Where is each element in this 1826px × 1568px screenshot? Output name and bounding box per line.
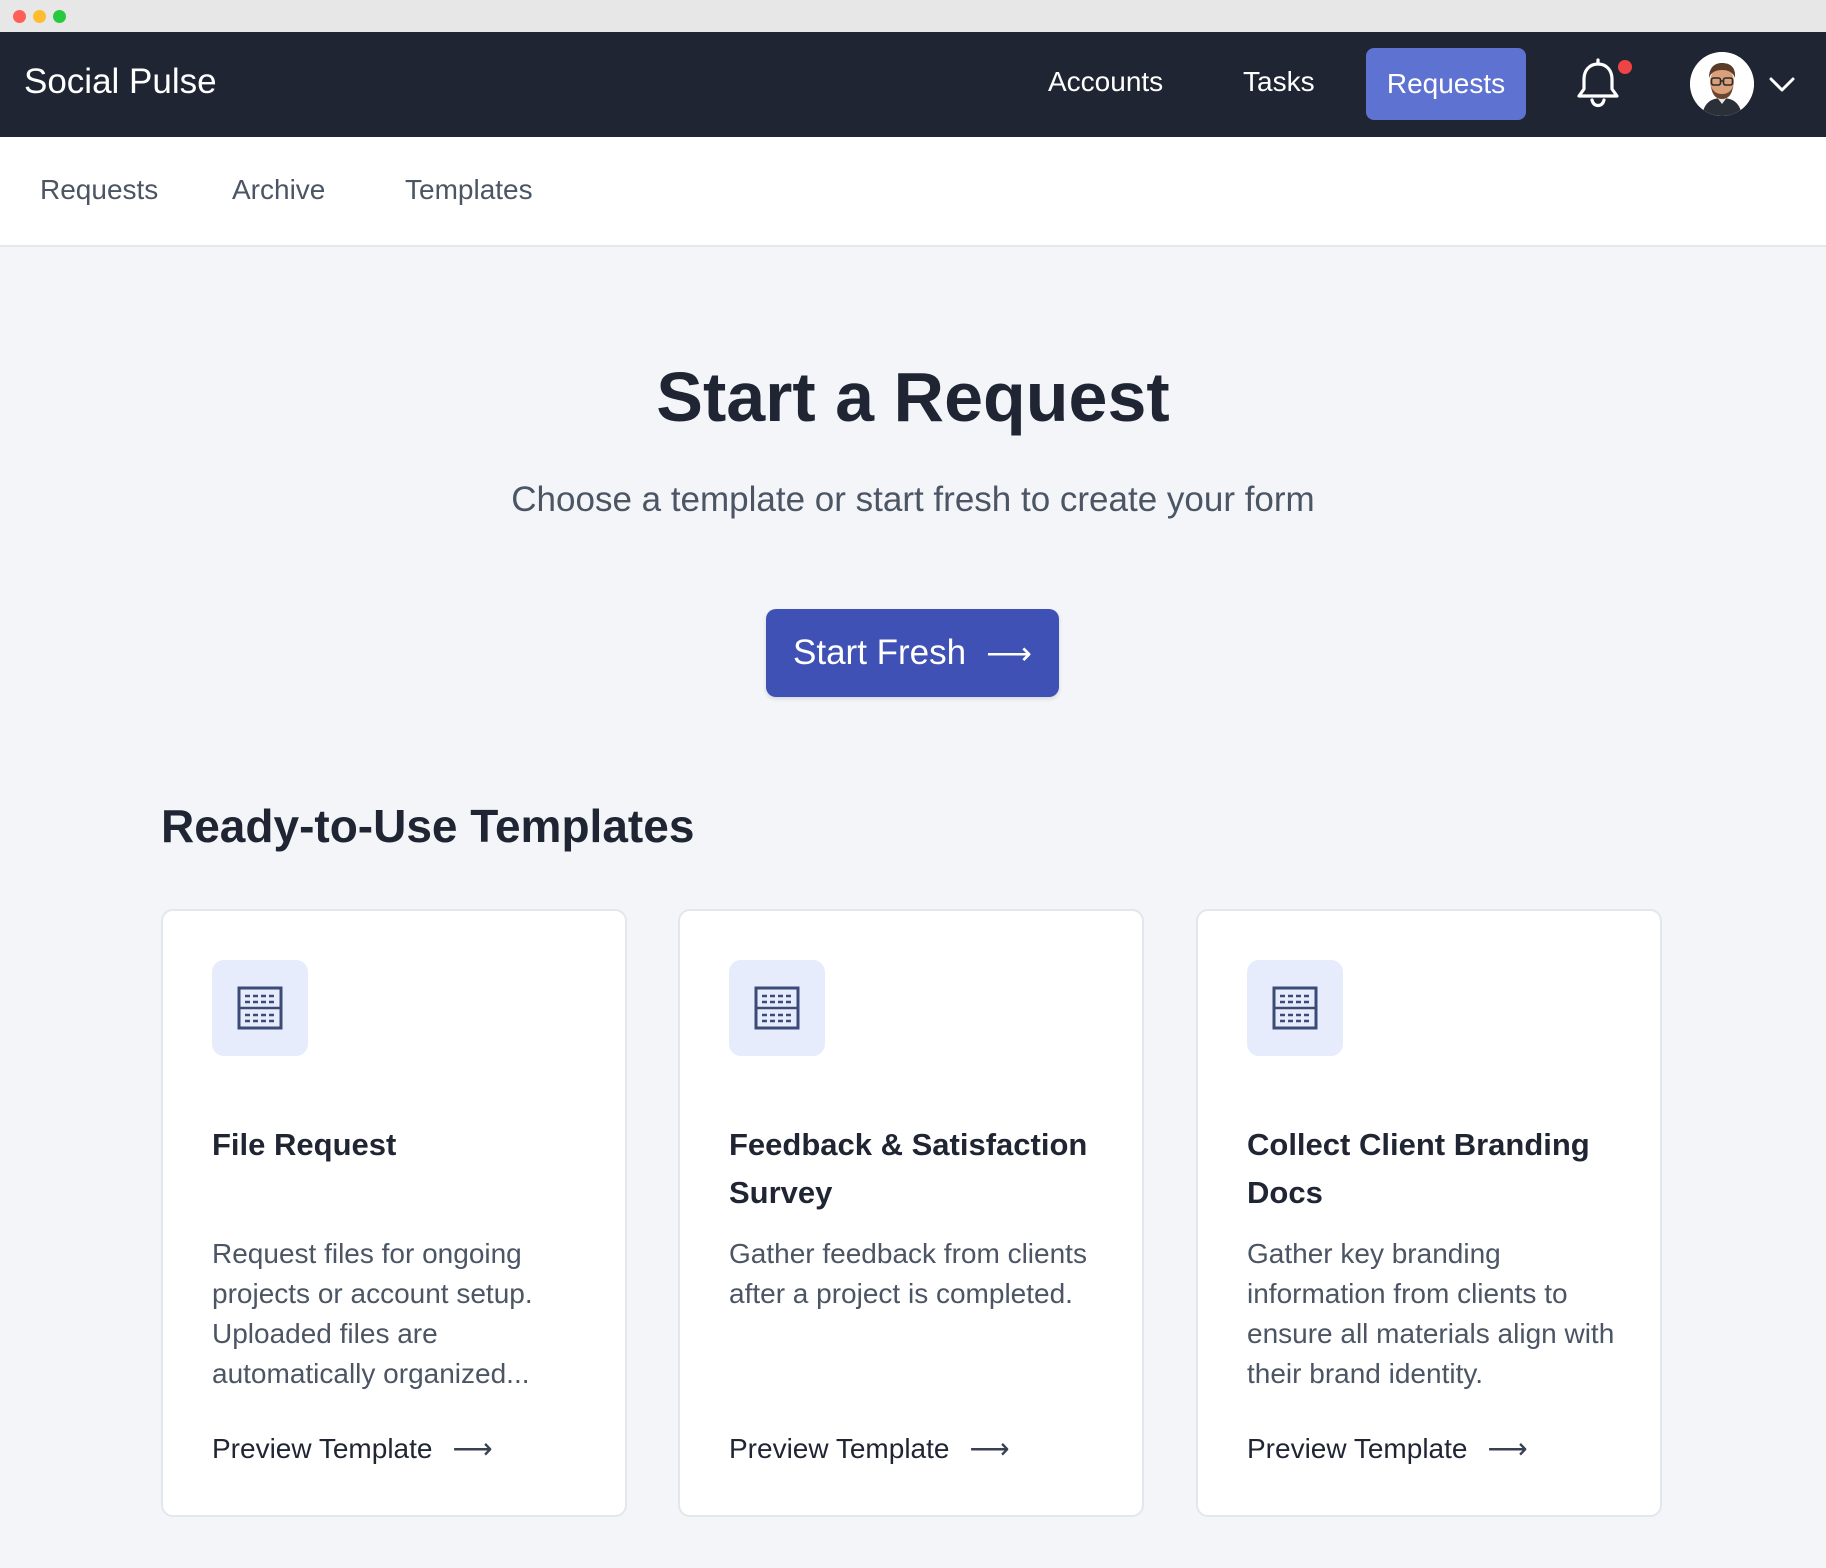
preview-template-label: Preview Template [1247,1432,1468,1464]
window-titlebar [0,0,1826,32]
top-navigation: Social Pulse Accounts Tasks Requests [0,32,1826,137]
template-card-file-request[interactable]: File Request Request files for ongoing p… [161,909,627,1517]
template-card-branding-docs[interactable]: Collect Client Branding Docs Gather key … [1196,909,1662,1517]
bell-icon[interactable] [1573,58,1623,110]
form-template-icon [729,960,825,1056]
nav-requests[interactable]: Requests [1366,48,1526,120]
templates-heading: Ready-to-Use Templates [161,800,695,852]
arrow-right-icon: ⟶ [986,635,1032,671]
page-title: Start a Request [656,358,1170,436]
template-description: Request files for ongoing projects or ac… [212,1238,533,1389]
chevron-down-icon[interactable] [1766,72,1798,96]
start-fresh-label: Start Fresh [793,633,967,672]
window-close-button[interactable] [13,10,26,23]
notification-dot [1618,60,1632,74]
start-fresh-button[interactable]: Start Fresh ⟶ [766,609,1059,697]
template-description: Gather feedback from clients after a pro… [729,1238,1087,1309]
window-minimize-button[interactable] [33,10,46,23]
arrow-right-icon: ⟶ [1487,1433,1528,1464]
brand-name[interactable]: Social Pulse [24,62,217,102]
preview-template-link[interactable]: Preview Template ⟶ [1247,1432,1528,1465]
tab-templates[interactable]: Templates [405,174,533,206]
preview-template-label: Preview Template [729,1432,950,1464]
preview-template-label: Preview Template [212,1432,433,1464]
app-window: Social Pulse Accounts Tasks Requests Req… [0,0,1826,1568]
preview-template-link[interactable]: Preview Template ⟶ [212,1432,493,1465]
arrow-right-icon: ⟶ [969,1433,1010,1464]
form-template-icon [212,960,308,1056]
tab-requests[interactable]: Requests [40,174,158,206]
nav-tasks[interactable]: Tasks [1243,66,1315,98]
form-template-icon [1247,960,1343,1056]
template-card-feedback-survey[interactable]: Feedback & Satisfaction Survey Gather fe… [678,909,1144,1517]
arrow-right-icon: ⟶ [452,1433,493,1464]
sub-navigation: Requests Archive Templates [0,137,1826,247]
tab-archive[interactable]: Archive [232,174,325,206]
template-title: Collect Client Branding Docs [1247,1127,1590,1210]
main-content: Start a Request Choose a template or sta… [0,247,1826,1568]
preview-template-link[interactable]: Preview Template ⟶ [729,1432,1010,1465]
page-subtitle: Choose a template or start fresh to crea… [511,480,1315,519]
window-maximize-button[interactable] [53,10,66,23]
nav-accounts[interactable]: Accounts [1048,66,1163,98]
template-title: Feedback & Satisfaction Survey [729,1127,1088,1210]
template-title: File Request [212,1127,397,1162]
user-avatar[interactable] [1690,52,1754,116]
template-description: Gather key branding information from cli… [1247,1238,1615,1389]
